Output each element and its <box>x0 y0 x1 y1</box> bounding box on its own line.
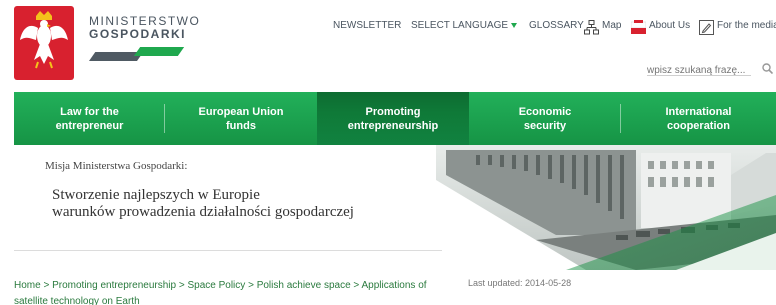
breadcrumb-separator: > <box>353 280 360 291</box>
pencil-icon[interactable] <box>699 20 714 35</box>
caret-down-icon <box>511 22 518 28</box>
breadcrumb-separator: > <box>178 280 185 291</box>
ministry-wordmark[interactable]: MINISTERSTWO GOSPODARKI <box>89 15 200 41</box>
nav-european-union-funds[interactable]: European Union funds <box>165 92 317 145</box>
mission-line2: warunków prowadzenia działalności gospod… <box>52 204 354 220</box>
breadcrumb-separator: > <box>248 280 254 291</box>
breadcrumb-separator: > <box>43 280 50 291</box>
glossary-link[interactable]: GLOSSARY <box>529 20 584 31</box>
about-us-icon[interactable] <box>630 20 647 35</box>
ministry-building-photo <box>436 145 776 275</box>
select-language-dropdown[interactable]: SELECT LANGUAGE <box>411 20 518 31</box>
mission-statement: Stworzenie najlepszych w Europie warunkó… <box>52 187 354 221</box>
breadcrumb-space-policy[interactable]: Space Policy <box>187 280 245 291</box>
brand-stripe-green <box>133 47 185 56</box>
nav-label: Promoting entrepreneurship <box>347 105 439 132</box>
nav-label: International cooperation <box>665 105 732 132</box>
mission-label: Misja Ministerstwa Gospodarki: <box>45 160 188 172</box>
brand-line2: GOSPODARKI <box>89 27 187 41</box>
nav-promoting-entrepreneurship[interactable]: Promoting entrepreneurship <box>317 92 469 145</box>
search-field[interactable] <box>647 60 751 76</box>
about-us-link[interactable]: About Us <box>649 20 690 31</box>
for-the-media-link[interactable]: For the media <box>717 20 776 31</box>
nav-economic-security[interactable]: Economic security <box>469 92 621 145</box>
main-navigation: Law for the entrepreneur European Union … <box>14 92 776 145</box>
newsletter-link[interactable]: NEWSLETTER <box>333 20 401 31</box>
divider <box>14 250 442 251</box>
select-language-label: SELECT LANGUAGE <box>411 20 509 31</box>
map-link[interactable]: Map <box>602 20 621 31</box>
last-updated-date: Last updated: 2014-05-28 <box>468 278 572 288</box>
nav-law-for-the-entrepreneur[interactable]: Law for the entrepreneur <box>14 92 165 145</box>
nav-international-cooperation[interactable]: International cooperation <box>621 92 776 145</box>
search-input[interactable] <box>647 65 751 76</box>
nav-label: Law for the entrepreneur <box>55 105 124 132</box>
state-emblem-logo[interactable] <box>14 6 74 80</box>
search-icon[interactable] <box>762 61 774 79</box>
breadcrumb-home[interactable]: Home <box>14 280 41 291</box>
breadcrumb: Home > Promoting entrepreneurship > Spac… <box>14 278 444 305</box>
sitemap-icon[interactable] <box>584 20 599 35</box>
nav-label: European Union funds <box>198 105 284 132</box>
breadcrumb-polish-achieve-space[interactable]: Polish achieve space <box>257 280 351 291</box>
nav-label: Economic security <box>518 105 572 132</box>
mission-line1: Stworzenie najlepszych w Europie <box>52 187 260 203</box>
breadcrumb-promoting-entrepreneurship[interactable]: Promoting entrepreneurship <box>52 280 176 291</box>
